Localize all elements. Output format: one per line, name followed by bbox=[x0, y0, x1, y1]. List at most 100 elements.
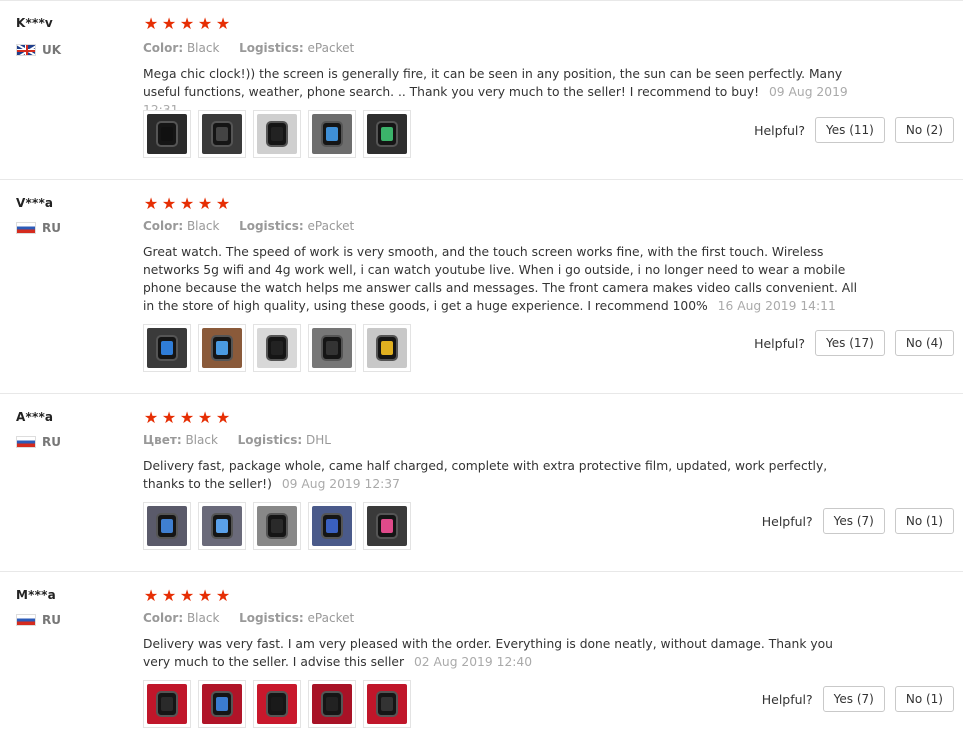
yes-vote-button[interactable]: Yes (7) bbox=[822, 508, 885, 534]
review-photo[interactable] bbox=[308, 680, 356, 728]
helpful-vote: Helpful? Yes (11) No (2) bbox=[754, 117, 954, 143]
no-vote-button[interactable]: No (1) bbox=[894, 508, 954, 534]
star-icon: ★ bbox=[143, 408, 159, 427]
color-value: Black bbox=[185, 433, 218, 447]
logistics-key: Logistics: bbox=[237, 433, 303, 447]
review-date: 02 Aug 2019 12:40 bbox=[413, 655, 533, 669]
uk-flag-icon bbox=[16, 44, 36, 56]
star-icon: ★ bbox=[179, 586, 195, 605]
review-item: A***a RU ★ ★ ★ ★ ★ Цвет: Black Logistics… bbox=[0, 394, 963, 572]
logistics-value: DHL bbox=[306, 433, 331, 447]
color-key: Color: bbox=[143, 41, 184, 55]
review-photo[interactable] bbox=[308, 110, 356, 158]
star-icon: ★ bbox=[143, 194, 159, 213]
star-icon: ★ bbox=[161, 586, 177, 605]
logistics-value: ePacket bbox=[307, 41, 355, 55]
star-icon: ★ bbox=[215, 408, 231, 427]
star-icon: ★ bbox=[197, 14, 213, 33]
star-icon: ★ bbox=[215, 194, 231, 213]
reviewer-name: M***a bbox=[16, 588, 56, 602]
review-photo[interactable] bbox=[363, 680, 411, 728]
star-icon: ★ bbox=[197, 586, 213, 605]
star-rating: ★ ★ ★ ★ ★ bbox=[143, 16, 231, 32]
review-photo[interactable] bbox=[253, 324, 301, 372]
ru-flag-icon bbox=[16, 436, 36, 448]
review-photo[interactable] bbox=[363, 324, 411, 372]
review-photos bbox=[143, 324, 411, 372]
reviewer-country: RU bbox=[16, 434, 61, 450]
country-code: RU bbox=[42, 221, 61, 235]
ru-flag-icon bbox=[16, 222, 36, 234]
star-icon: ★ bbox=[143, 586, 159, 605]
star-icon: ★ bbox=[179, 194, 195, 213]
review-photos bbox=[143, 680, 411, 728]
country-code: UK bbox=[42, 43, 62, 57]
review-photo[interactable] bbox=[143, 110, 191, 158]
helpful-label: Helpful? bbox=[761, 691, 813, 707]
ru-flag-icon bbox=[16, 614, 36, 626]
star-icon: ★ bbox=[197, 194, 213, 213]
color-key: Color: bbox=[143, 219, 184, 233]
logistics-value: ePacket bbox=[307, 219, 355, 233]
star-icon: ★ bbox=[179, 408, 195, 427]
logistics-key: Logistics: bbox=[239, 41, 304, 55]
review-item: V***a RU ★ ★ ★ ★ ★ Color: Black Logistic… bbox=[0, 180, 963, 394]
review-photo[interactable] bbox=[143, 502, 191, 550]
review-date: 16 Aug 2019 14:11 bbox=[717, 299, 836, 313]
review-body: Great watch. The speed of work is very s… bbox=[143, 243, 863, 315]
color-value: Black bbox=[186, 219, 220, 233]
logistics-key: Logistics: bbox=[239, 611, 304, 625]
review-photos bbox=[143, 110, 411, 158]
helpful-label: Helpful? bbox=[754, 122, 806, 138]
color-key: Цвет: bbox=[143, 433, 182, 447]
review-photo[interactable] bbox=[143, 680, 191, 728]
helpful-vote: Helpful? Yes (17) No (4) bbox=[754, 330, 954, 356]
review-photo[interactable] bbox=[253, 110, 301, 158]
color-value: Black bbox=[186, 611, 220, 625]
reviewer-name: V***a bbox=[16, 196, 54, 210]
review-item: K***v UK ★ ★ ★ ★ ★ Color: Black Logistic… bbox=[0, 0, 963, 180]
no-vote-button[interactable]: No (4) bbox=[894, 330, 954, 356]
yes-vote-button[interactable]: Yes (7) bbox=[822, 686, 885, 712]
review-meta: Color: Black Logistics: ePacket bbox=[143, 611, 354, 625]
review-body: Delivery was very fast. I am very please… bbox=[143, 635, 863, 671]
logistics-key: Logistics: bbox=[239, 219, 304, 233]
star-rating: ★ ★ ★ ★ ★ bbox=[143, 588, 231, 604]
reviewer-name: K***v bbox=[16, 16, 53, 30]
review-photo[interactable] bbox=[198, 324, 246, 372]
star-icon: ★ bbox=[215, 586, 231, 605]
review-photo[interactable] bbox=[198, 110, 246, 158]
country-code: RU bbox=[42, 613, 61, 627]
reviewer-country: RU bbox=[16, 612, 61, 628]
star-icon: ★ bbox=[161, 14, 177, 33]
review-body: Delivery fast, package whole, came half … bbox=[143, 457, 863, 493]
no-vote-button[interactable]: No (2) bbox=[894, 117, 954, 143]
helpful-label: Helpful? bbox=[754, 335, 806, 351]
review-photo[interactable] bbox=[253, 680, 301, 728]
star-rating: ★ ★ ★ ★ ★ bbox=[143, 196, 231, 212]
yes-vote-button[interactable]: Yes (11) bbox=[815, 117, 885, 143]
reviewer-country: UK bbox=[16, 42, 61, 58]
review-photo[interactable] bbox=[363, 110, 411, 158]
color-value: Black bbox=[186, 41, 220, 55]
review-photo[interactable] bbox=[198, 502, 246, 550]
star-icon: ★ bbox=[161, 408, 177, 427]
review-photo[interactable] bbox=[308, 502, 356, 550]
country-code: RU bbox=[42, 435, 61, 449]
yes-vote-button[interactable]: Yes (17) bbox=[815, 330, 885, 356]
star-icon: ★ bbox=[215, 14, 231, 33]
review-meta: Цвет: Black Logistics: DHL bbox=[143, 433, 331, 447]
review-photo[interactable] bbox=[363, 502, 411, 550]
review-meta: Color: Black Logistics: ePacket bbox=[143, 219, 354, 233]
review-photo[interactable] bbox=[143, 324, 191, 372]
review-photos bbox=[143, 502, 411, 550]
helpful-vote: Helpful? Yes (7) No (1) bbox=[762, 686, 954, 712]
review-photo[interactable] bbox=[253, 502, 301, 550]
review-date: 09 Aug 2019 12:37 bbox=[281, 477, 400, 491]
review-photo[interactable] bbox=[198, 680, 246, 728]
star-icon: ★ bbox=[197, 408, 213, 427]
no-vote-button[interactable]: No (1) bbox=[894, 686, 954, 712]
review-text: Mega chic clock!)) the screen is general… bbox=[143, 67, 843, 99]
review-photo[interactable] bbox=[308, 324, 356, 372]
star-icon: ★ bbox=[143, 14, 159, 33]
